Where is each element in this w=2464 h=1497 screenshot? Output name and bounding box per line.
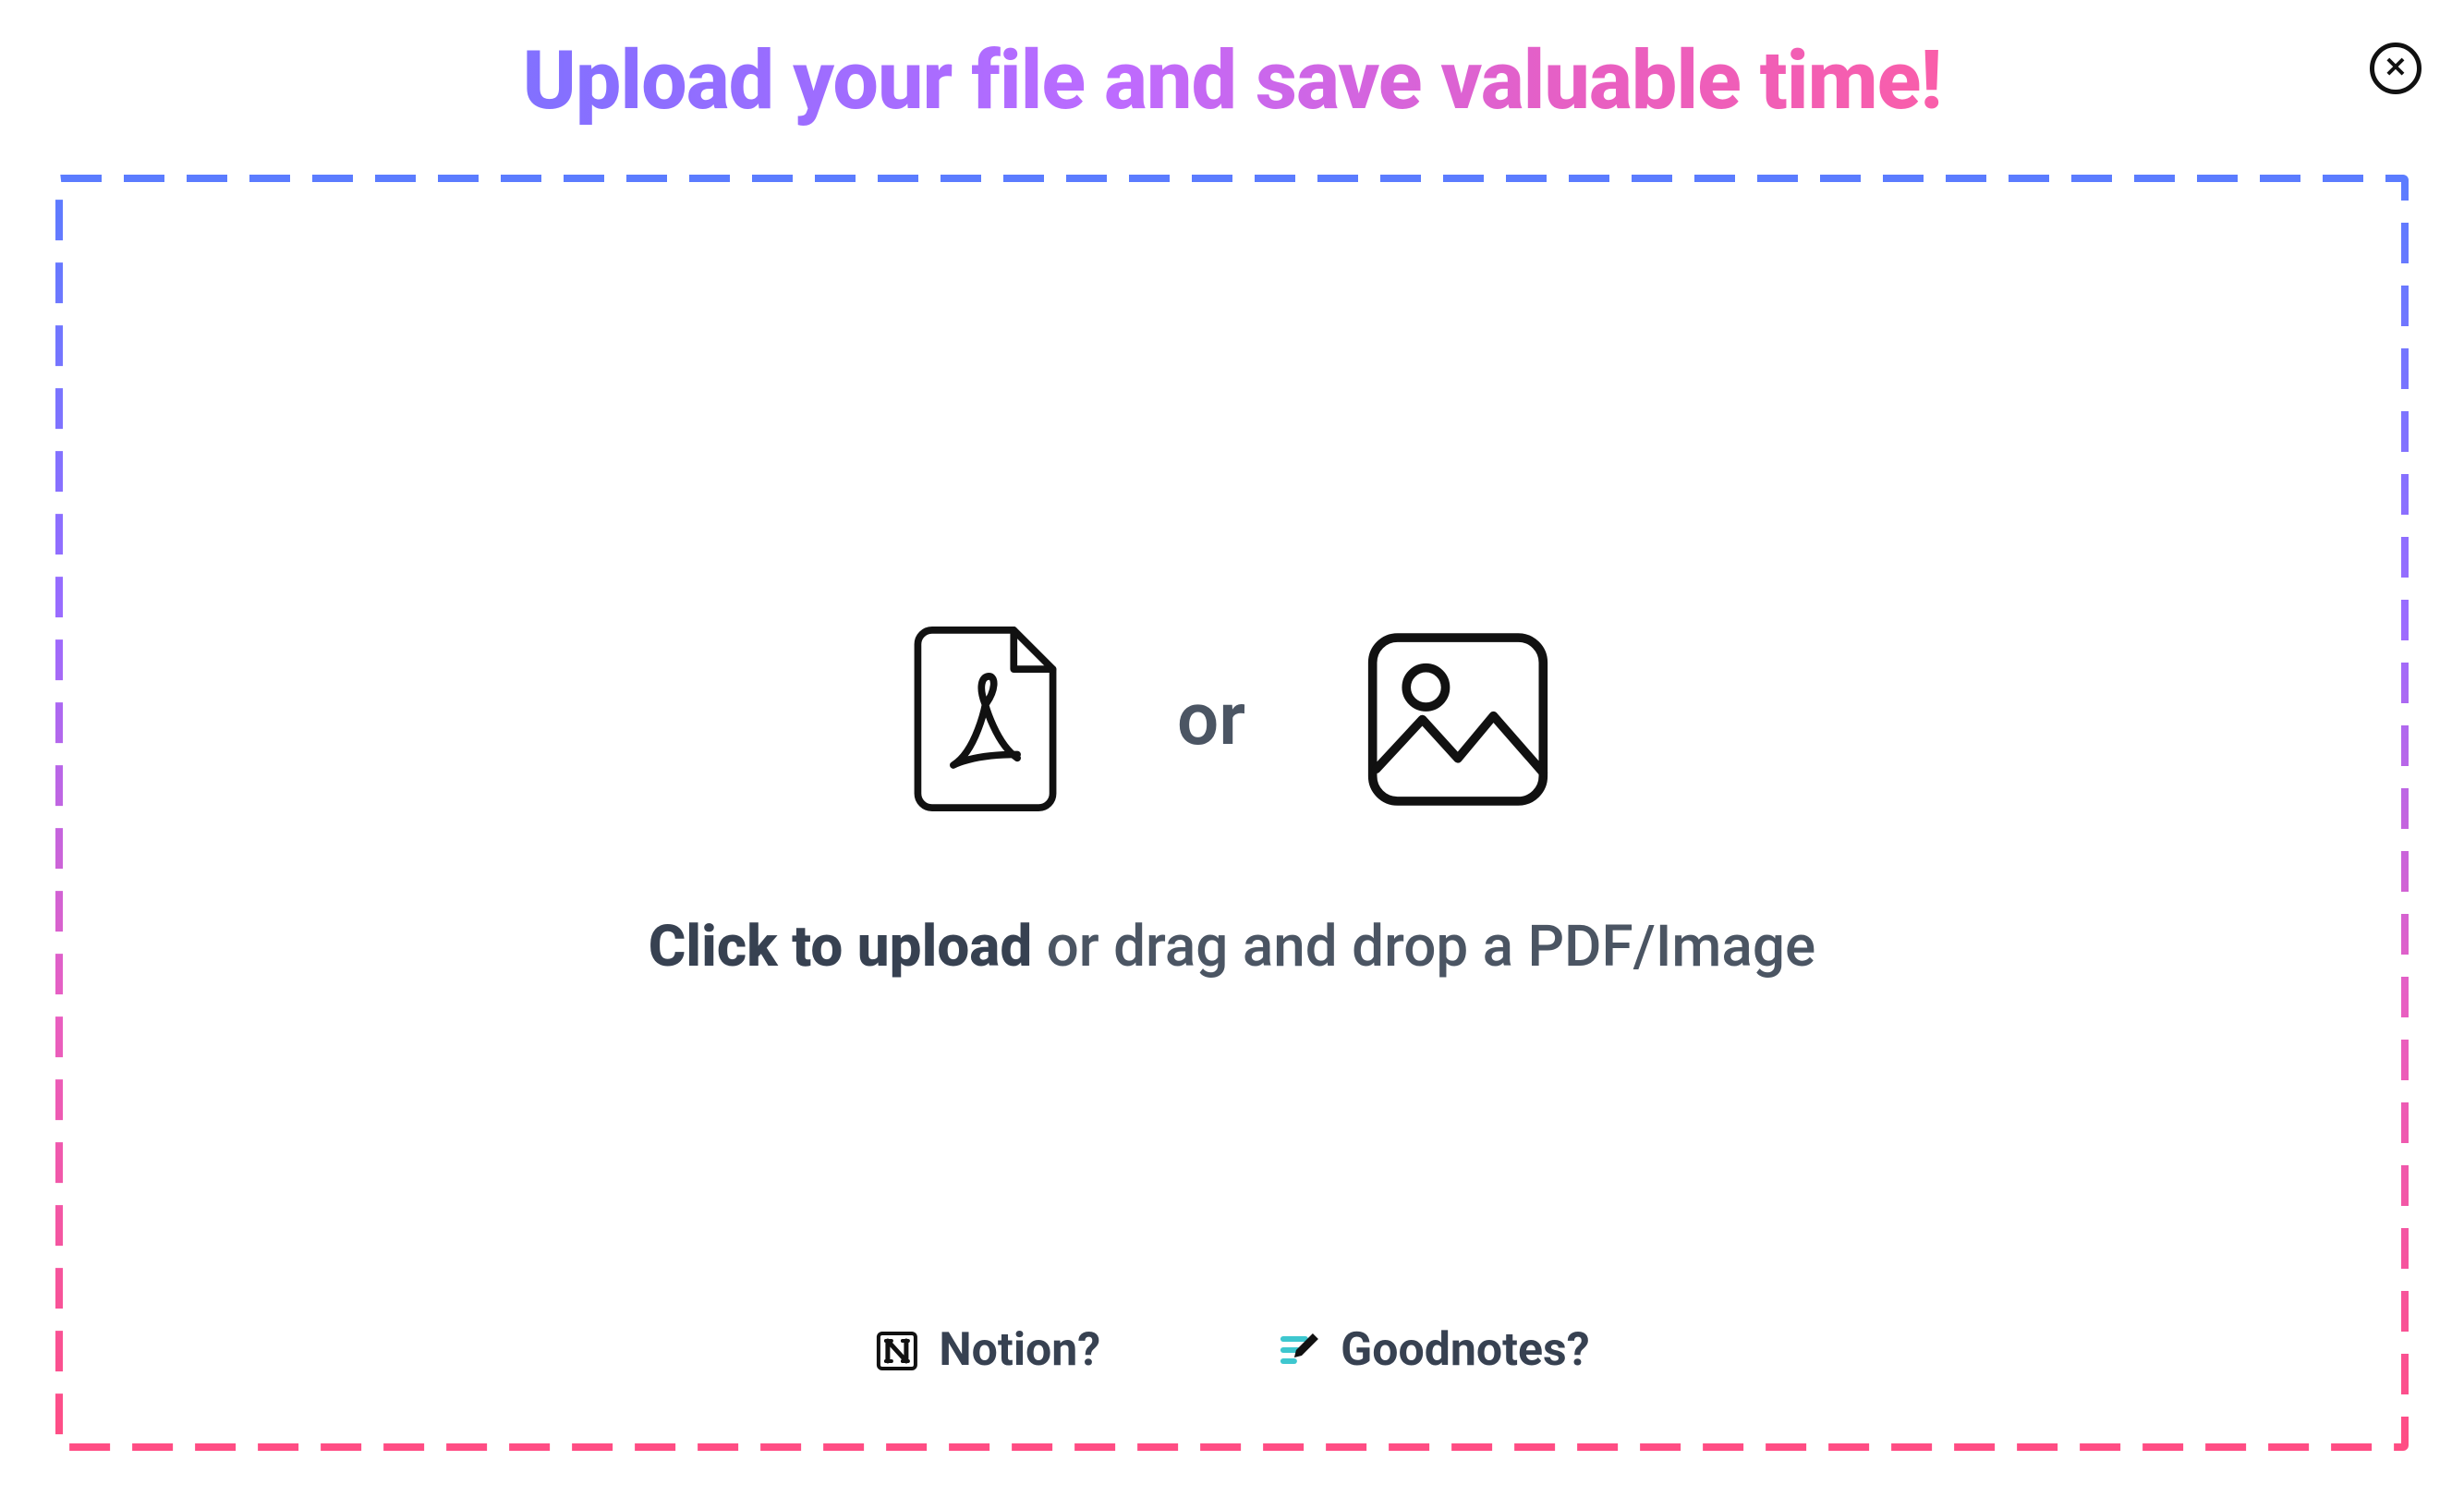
pdf-file-icon bbox=[914, 627, 1057, 811]
goodnotes-label: Goodnotes? bbox=[1341, 1323, 1589, 1377]
notion-link[interactable]: Notion? bbox=[874, 1323, 1100, 1377]
notion-label: Notion? bbox=[939, 1323, 1100, 1377]
notion-icon bbox=[874, 1328, 918, 1372]
import-sources-row: Notion? Goodnotes? bbox=[874, 1323, 1589, 1377]
upload-dropzone[interactable]: or Click to upload or drag and drop a PD… bbox=[55, 175, 2409, 1451]
upload-instruction: Click to upload or drag and drop a PDF/I… bbox=[649, 913, 1815, 980]
goodnotes-link[interactable]: Goodnotes? bbox=[1276, 1323, 1589, 1377]
page-title: Upload your file and save valuable time! bbox=[55, 33, 2409, 128]
file-type-icons: or bbox=[914, 627, 1550, 811]
upload-instruction-rest: or drag and drop a PDF/Image bbox=[1032, 913, 1815, 980]
close-button[interactable]: ✕ bbox=[2370, 43, 2422, 94]
close-icon: ✕ bbox=[2384, 55, 2407, 82]
image-file-icon bbox=[1366, 629, 1550, 809]
dropzone-border bbox=[55, 175, 2409, 1451]
upload-instruction-bold: Click to upload bbox=[649, 913, 1032, 980]
goodnotes-icon bbox=[1276, 1328, 1320, 1372]
or-separator: or bbox=[1177, 675, 1245, 762]
